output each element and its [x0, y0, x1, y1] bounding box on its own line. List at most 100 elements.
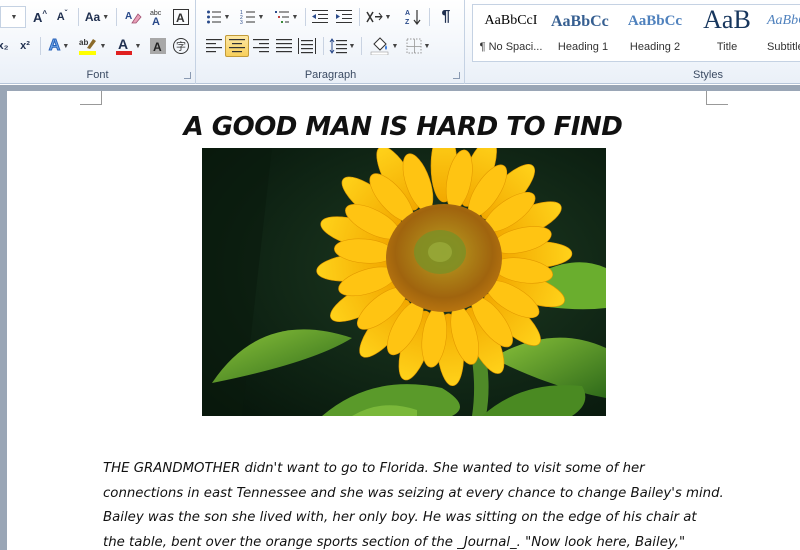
font-group: ▼ A ^ Aˇ Aa ▼ A abc A A x₂ x² A ▼ ab ▼ A… [0, 0, 196, 84]
font-color-button[interactable]: A ▼ [112, 35, 144, 57]
distributed-button[interactable] [296, 35, 318, 57]
grow-font-button[interactable]: A ^ [30, 6, 50, 28]
styles-group-label: Styles [693, 69, 723, 81]
character-shading-button[interactable]: A [148, 35, 168, 57]
enclose-characters-button[interactable]: 字 [170, 35, 192, 57]
borders-icon [406, 38, 422, 54]
styles-gallery: AaBbCcI ¶ No Spaci... AaBbCc Heading 1 A… [472, 4, 800, 62]
svg-text:A: A [176, 11, 185, 25]
paint-bucket-icon [370, 37, 388, 55]
change-case-button[interactable]: Aa ▼ [82, 6, 112, 28]
align-center-button[interactable] [225, 35, 249, 57]
character-border-button[interactable]: A [170, 6, 192, 28]
svg-text:A: A [118, 36, 128, 52]
style-sample: AaBbCc [551, 13, 609, 30]
line-spacing-button[interactable]: ▼ [327, 35, 357, 57]
highlight-color-button[interactable]: ab ▼ [76, 35, 108, 57]
shrink-font-icon: A [56, 11, 65, 23]
shading-button[interactable]: ▼ [369, 35, 399, 57]
text-effects-icon: A [48, 37, 61, 55]
pilcrow-icon: ¶ [441, 8, 451, 25]
font-group-label: Font [86, 69, 109, 81]
paragraph-group-label: Paragraph [304, 69, 357, 81]
style-name: Heading 2 [629, 41, 681, 53]
subscript-button[interactable]: x₂ [0, 35, 12, 57]
increase-indent-icon [336, 10, 352, 23]
distributed-icon [298, 38, 316, 54]
svg-text:Z: Z [405, 19, 410, 26]
bullets-icon [206, 10, 221, 24]
phonetic-guide-button[interactable]: abc A [146, 6, 168, 28]
clear-formatting-icon: A [125, 11, 142, 24]
font-size-dropdown[interactable]: ▼ [0, 6, 26, 28]
style-name: Subtitle [767, 41, 800, 53]
superscript-button[interactable]: x² [14, 35, 36, 57]
sort-button[interactable]: AZ [403, 6, 425, 28]
document-title: A GOOD MAN IS HARD TO FIND [183, 112, 623, 142]
style-sample: AaBbCcI [484, 13, 538, 28]
body-line: the table, bent over the orange sports s… [103, 534, 686, 550]
increase-indent-button[interactable] [333, 6, 355, 28]
style-heading-1[interactable]: AaBbCc Heading 1 [547, 5, 619, 61]
document-body[interactable]: THE GRANDMOTHER didn't want to go to Flo… [103, 457, 724, 550]
character-border-icon: A [173, 9, 189, 25]
body-line: Bailey was the son she lived with, her o… [103, 510, 697, 525]
svg-text:A: A [125, 11, 132, 22]
style-sample: AaBbCc [767, 13, 800, 28]
clear-formatting-button[interactable]: A [122, 6, 144, 28]
numbering-button[interactable]: 1 2 3 ▼ [237, 6, 267, 28]
paragraph-group: ▼ 1 2 3 ▼ ▼ ▼ AZ ¶ ▼ ▼ ▼ Paragraph [197, 0, 465, 84]
text-direction-icon [365, 11, 383, 23]
svg-text:A: A [153, 40, 162, 54]
multilevel-list-icon [274, 11, 289, 23]
style-title[interactable]: AaB Title [691, 5, 763, 61]
font-color-icon: A [115, 36, 132, 55]
highlighter-icon: ab [78, 38, 96, 55]
chevron-down-icon: ▼ [10, 13, 18, 21]
change-case-icon: Aa [84, 10, 101, 24]
grow-font-icon: A [32, 9, 43, 25]
style-name: ¶ No Spaci... [479, 41, 543, 53]
justify-icon [276, 39, 292, 53]
bullets-button[interactable]: ▼ [203, 6, 233, 28]
style-sample: AaBbCc [627, 13, 683, 29]
numbering-icon: 123 [240, 10, 255, 25]
style-heading-2[interactable]: AaBbCc Heading 2 [619, 5, 691, 61]
superscript-icon: x² [20, 40, 30, 52]
decrease-indent-icon [312, 10, 328, 23]
borders-button[interactable]: ▼ [403, 35, 433, 57]
text-effects-button[interactable]: A ▼ [44, 35, 74, 57]
align-right-icon [253, 39, 269, 53]
font-dialog-launcher-icon[interactable] [184, 72, 191, 79]
svg-text:A: A [405, 10, 410, 17]
sort-icon: AZ [405, 10, 421, 26]
enclose-characters-icon: 字 [173, 38, 189, 54]
align-left-icon [206, 39, 222, 53]
align-left-button[interactable] [203, 35, 225, 57]
show-formatting-marks-button[interactable]: ¶ [435, 6, 457, 28]
multilevel-list-button[interactable]: ▼ [271, 6, 301, 28]
margin-corner-mark [80, 91, 102, 105]
decrease-indent-button[interactable] [309, 6, 331, 28]
phonetic-guide-icon: abcA [150, 10, 162, 26]
style-name: Title [716, 41, 738, 53]
body-line: connections in east Tennessee and she wa… [103, 485, 724, 501]
shrink-font-button[interactable]: Aˇ [52, 6, 72, 28]
align-center-icon [229, 39, 245, 53]
margin-corner-mark [706, 91, 728, 105]
svg-text:A: A [152, 16, 160, 26]
svg-text:3: 3 [240, 20, 243, 25]
text-direction-button[interactable]: ▼ [363, 6, 393, 28]
subscript-icon: x₂ [0, 40, 9, 52]
ribbon: ▼ A ^ Aˇ Aa ▼ A abc A A x₂ x² A ▼ ab ▼ A… [0, 0, 800, 84]
svg-text:字: 字 [176, 40, 186, 53]
paragraph-dialog-launcher-icon[interactable] [453, 72, 460, 79]
align-right-button[interactable] [250, 35, 272, 57]
line-spacing-icon [329, 38, 347, 54]
style-no-spacing[interactable]: AaBbCcI ¶ No Spaci... [475, 5, 547, 61]
svg-text:ab: ab [79, 38, 88, 47]
character-shading-icon: A [150, 38, 166, 54]
justify-button[interactable] [273, 35, 295, 57]
sunflower-image[interactable] [202, 148, 606, 416]
style-subtitle[interactable]: AaBbCc Subtitle [763, 5, 800, 61]
